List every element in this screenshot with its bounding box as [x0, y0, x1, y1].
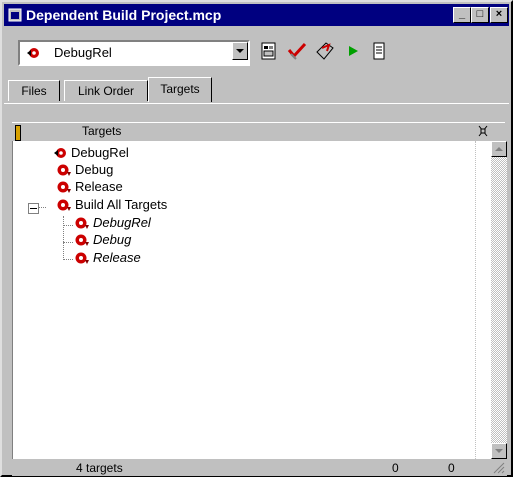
scroll-up-button[interactable] [491, 141, 507, 157]
column-options-icon[interactable] [477, 124, 489, 138]
list-column-header[interactable]: Targets [12, 122, 505, 142]
vertical-scrollbar[interactable] [491, 141, 507, 459]
list-item-label: DebugRel [93, 215, 151, 230]
list-item-label: Debug [75, 162, 114, 177]
tree-connector [38, 207, 46, 208]
tab-targets[interactable]: Targets [148, 77, 212, 102]
current-target-icon [54, 148, 66, 158]
tree-connector [63, 259, 73, 260]
checkmark-icon[interactable] [286, 40, 308, 62]
collapse-toggle[interactable] [28, 203, 39, 214]
arrow-up-icon [495, 147, 503, 151]
arrow-down-icon [495, 449, 503, 453]
chevron-down-icon [236, 49, 244, 53]
tab-files[interactable]: Files [8, 80, 60, 101]
resize-grip-icon[interactable] [493, 462, 505, 474]
tab-divider [4, 103, 509, 104]
status-bar: 4 targets 0 0 [12, 460, 507, 476]
maximize-button[interactable]: □ [471, 7, 489, 23]
target-icon [75, 217, 89, 229]
dropdown-arrow-button[interactable] [232, 42, 248, 60]
project-toolbar: DebugRel [4, 30, 509, 66]
target-icon [57, 181, 71, 193]
target-icon [75, 252, 89, 264]
list-item-label: Release [75, 179, 123, 194]
run-icon[interactable] [342, 40, 364, 62]
close-button[interactable]: × [490, 7, 508, 23]
status-value: 0 [392, 461, 399, 475]
tab-link-order[interactable]: Link Order [64, 80, 148, 101]
list-item-label: DebugRel [71, 145, 129, 160]
current-target-icon [27, 48, 39, 58]
target-select-value: DebugRel [54, 45, 112, 60]
title-bar[interactable]: Dependent Build Project.mcp _ □ × [4, 4, 509, 26]
project-window: Dependent Build Project.mcp _ □ × DebugR… [0, 0, 513, 477]
column-marker-icon [15, 125, 21, 141]
column-header-label: Targets [82, 124, 122, 138]
column-divider [475, 141, 477, 459]
targets-list: DebugRel Debug Release Build All Targets… [12, 141, 491, 459]
status-value: 0 [448, 461, 455, 475]
target-icon [57, 199, 71, 211]
minimize-button[interactable]: _ [453, 7, 471, 23]
list-item-label: Debug [93, 232, 132, 247]
target-select[interactable]: DebugRel [18, 40, 250, 66]
list-item-label: Build All Targets [75, 197, 168, 212]
window-title: Dependent Build Project.mcp [26, 7, 222, 23]
project-file-icon [8, 8, 22, 22]
target-icon [75, 234, 89, 246]
target-count: 4 targets [76, 461, 123, 475]
tree-connector [63, 242, 73, 243]
tree-connector [63, 216, 64, 260]
debug-icon[interactable] [368, 40, 390, 62]
target-settings-icon[interactable] [258, 40, 280, 62]
list-item-label: Release [93, 250, 141, 265]
scroll-down-button[interactable] [491, 443, 507, 459]
make-icon[interactable] [314, 40, 336, 62]
target-icon [57, 164, 71, 176]
tree-connector [63, 225, 73, 226]
